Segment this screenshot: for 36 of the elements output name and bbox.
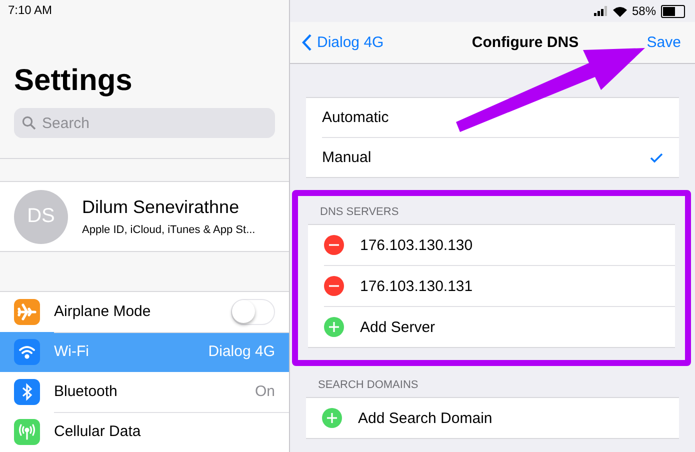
search-field[interactable]: Search (14, 108, 275, 138)
battery-icon (661, 4, 685, 18)
back-button[interactable]: Dialog 4G (302, 34, 384, 51)
status-time: 7:10 AM (8, 3, 52, 17)
battery-percent: 58% (632, 4, 656, 18)
settings-item[interactable]: Cellular Data (0, 412, 289, 452)
profile-row[interactable]: DS Dilum Senevirathne Apple ID, iCloud, iTunes & App St... (0, 181, 289, 252)
nav-title: Configure DNS (472, 34, 579, 51)
profile-name: Dilum Senevirathne (82, 197, 240, 218)
section-header: DNS SERVERS (319, 206, 400, 220)
setting-value: Dialog 4G (208, 343, 275, 360)
add-server-row[interactable]: Add Server (324, 307, 675, 347)
avatar: DS (14, 190, 68, 244)
save-button[interactable]: Save (646, 34, 681, 51)
settings-title: Settings (14, 66, 134, 96)
checkmark-icon (650, 152, 663, 162)
wifi-icon (612, 6, 627, 16)
add-icon[interactable] (324, 317, 344, 337)
dns-server-row[interactable]: 176.103.130.130 (324, 225, 675, 266)
settings-item[interactable]: Airplane Mode (0, 292, 289, 332)
signal-icon (594, 6, 608, 16)
setting-value: On (254, 383, 275, 400)
dns-server-row[interactable]: 176.103.130.131 (324, 266, 675, 307)
chevron-icon (302, 34, 312, 51)
bluetooth-icon (14, 379, 40, 405)
add-icon[interactable] (322, 408, 342, 428)
antenna-icon (14, 419, 40, 445)
airplane-icon (14, 299, 40, 325)
remove-icon[interactable] (324, 235, 344, 255)
wifi-icon (14, 339, 40, 365)
settings-item[interactable]: Bluetooth On (0, 372, 289, 412)
toggle-switch[interactable] (231, 298, 275, 324)
section-header: SEARCH DOMAINS (317, 379, 420, 393)
remove-icon[interactable] (324, 276, 344, 296)
mode-option[interactable]: Manual (322, 138, 679, 177)
profile-subtitle: Apple ID, iCloud, iTunes & App St... (82, 224, 256, 236)
